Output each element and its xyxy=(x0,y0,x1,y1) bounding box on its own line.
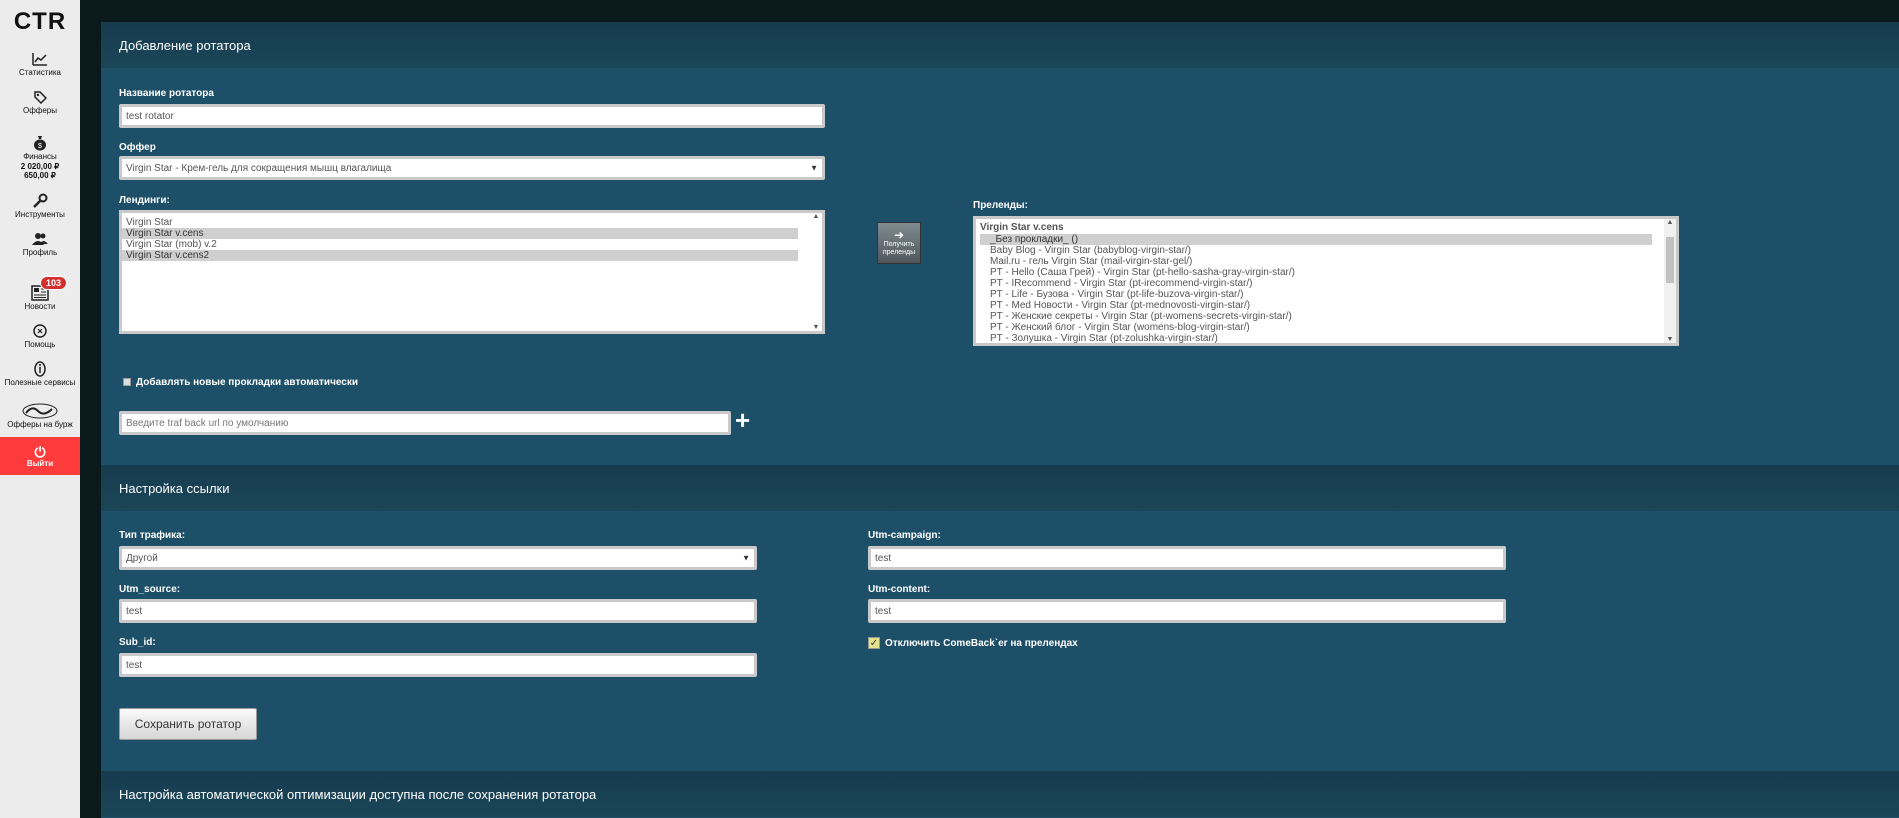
sub-id-label: Sub_id: xyxy=(119,637,156,648)
comeback-checkbox[interactable]: ✓ xyxy=(868,637,880,649)
sidebar-item-label: Инструменты xyxy=(15,210,65,219)
trafback-url-placeholder: Введите traf back url по умолчанию xyxy=(126,417,289,429)
sidebar-item-help[interactable]: Помощь xyxy=(0,322,80,350)
traffic-type-label: Тип трафика: xyxy=(119,530,186,541)
logout-button[interactable]: ⏻ Выйти xyxy=(0,437,80,475)
money-bag-icon: $ xyxy=(33,134,47,152)
users-icon xyxy=(32,230,48,248)
section-title-add-rotator: Добавление ротатора xyxy=(101,22,1899,68)
traffic-type-value: Другой xyxy=(126,552,158,564)
logout-label: Выйти xyxy=(26,458,54,468)
traffic-type-select[interactable]: Другой ▼ xyxy=(119,546,757,570)
balance-hold: 650,00 ₽ xyxy=(24,171,56,180)
scrollbar[interactable]: ▲ ▼ xyxy=(810,213,822,331)
rotator-name-label: Название ротатора xyxy=(119,88,214,99)
list-item[interactable]: PT - Золушка - Virgin Star (pt-zolushka-… xyxy=(976,333,1676,343)
sidebar-item-finance[interactable]: $ Финансы 2 020,00 ₽ 650,00 ₽ xyxy=(0,134,80,180)
list-item[interactable]: PT - Hello (Саша Грей) - Virgin Star (pt… xyxy=(976,267,1676,278)
section-title-link-settings: Настройка ссылки xyxy=(101,465,1899,511)
comeback-label: Отключить ComeBack`er на прелендах xyxy=(885,638,1078,649)
arrow-right-icon: ➜ xyxy=(893,228,905,242)
sub-id-input[interactable]: test xyxy=(119,653,757,677)
scrollbar-thumb[interactable] xyxy=(1666,237,1674,283)
utm-campaign-input[interactable]: test xyxy=(868,546,1506,570)
sidebar-item-stats[interactable]: Статистика xyxy=(0,50,80,78)
utm-campaign-label: Utm-campaign: xyxy=(868,530,941,541)
help-icon xyxy=(33,322,47,340)
list-item[interactable]: Virgin Star xyxy=(122,217,798,228)
save-rotator-button[interactable]: Сохранить ротатор xyxy=(119,708,257,740)
list-item[interactable]: Mail.ru - гель Virgin Star (mail-virgin-… xyxy=(976,256,1676,267)
sidebar-item-label: Новости xyxy=(24,302,56,311)
scroll-down-icon[interactable]: ▼ xyxy=(810,324,822,331)
prelands-label: Преленды: xyxy=(973,200,1028,211)
get-prelands-button[interactable]: ➜ Получить преленды xyxy=(877,222,921,264)
sidebar-item-label: Профиль xyxy=(22,248,58,257)
adcombo-logo xyxy=(22,402,58,420)
balance-rub: 2 020,00 ₽ xyxy=(20,162,60,171)
list-item[interactable]: PT - Женский блог - Virgin Star (womens-… xyxy=(976,322,1676,333)
list-item[interactable]: PT - Med Новости - Virgin Star (pt-medno… xyxy=(976,300,1676,311)
scroll-up-icon[interactable]: ▲ xyxy=(1664,219,1676,226)
sidebar: CTR Статистика Офферы $ Финансы 2 020,00… xyxy=(0,0,80,818)
sidebar-item-label: Помощь xyxy=(24,340,56,349)
tag-icon xyxy=(33,88,47,106)
get-prelands-label: Получить преленды xyxy=(882,241,916,256)
main-content: Добавление ротатора Название ротатора te… xyxy=(101,22,1899,818)
chevron-down-icon: ▼ xyxy=(742,553,750,563)
sidebar-item-label: Офферы xyxy=(22,106,58,115)
sidebar-item-label: Полезные сервисы xyxy=(4,378,76,387)
utm-source-label: Utm_source: xyxy=(119,584,181,595)
list-item[interactable]: Virgin Star v.cens xyxy=(122,228,798,239)
add-trafback-button[interactable]: + xyxy=(735,407,750,433)
scroll-up-icon[interactable]: ▲ xyxy=(810,213,822,220)
prelands-listbox[interactable]: Virgin Star v.cens _Без прокладки_ () Ba… xyxy=(973,216,1679,346)
list-item[interactable]: PT - Life - Бузова - Virgin Star (pt-lif… xyxy=(976,289,1676,300)
list-item[interactable]: PT - Женские секреты - Virgin Star (pt-w… xyxy=(976,311,1676,322)
logo[interactable]: CTR xyxy=(0,0,80,44)
power-icon: ⏻ xyxy=(34,443,46,460)
sidebar-item-services[interactable]: Полезные сервисы xyxy=(0,360,80,388)
offer-label: Оффер xyxy=(119,142,156,153)
list-item[interactable]: PT - IRecommend - Virgin Star (pt-irecom… xyxy=(976,278,1676,289)
svg-text:$: $ xyxy=(38,143,42,150)
auto-add-label: Добавлять новые прокладки автоматически xyxy=(136,377,359,388)
sidebar-item-offers[interactable]: Офферы xyxy=(0,88,80,116)
sidebar-item-profile[interactable]: Профиль xyxy=(0,230,80,258)
rotator-name-input[interactable]: test rotator xyxy=(119,104,825,128)
scroll-down-icon[interactable]: ▼ xyxy=(1664,336,1676,343)
sidebar-item-tools[interactable]: Инструменты xyxy=(0,192,80,220)
sidebar-item-label: Офферы на бурж xyxy=(7,420,73,429)
list-item[interactable]: Virgin Star v.cens2 xyxy=(122,250,798,261)
auto-add-checkbox[interactable] xyxy=(123,378,131,386)
wrench-icon xyxy=(32,192,48,210)
list-item[interactable]: Virgin Star (mob) v.2 xyxy=(122,239,798,250)
prelands-group-label: Virgin Star v.cens xyxy=(980,222,1064,233)
offer-select-value: Virgin Star - Крем-гель для сокращения м… xyxy=(126,162,392,174)
info-icon xyxy=(33,360,47,378)
utm-source-input[interactable]: test xyxy=(119,599,757,623)
checkmark-icon: ✓ xyxy=(869,637,879,649)
chart-icon xyxy=(32,50,48,68)
scrollbar[interactable]: ▲ ▼ xyxy=(1664,219,1676,343)
news-badge: 103 xyxy=(40,276,68,290)
chevron-down-icon: ▼ xyxy=(810,163,818,173)
landings-label: Лендинги: xyxy=(119,195,170,206)
list-item[interactable]: Baby Blog - Virgin Star (babyblog-virgin… xyxy=(976,245,1676,256)
list-item[interactable]: _Без прокладки_ () xyxy=(980,234,1652,245)
trafback-url-input[interactable]: Введите traf back url по умолчанию xyxy=(119,411,731,435)
utm-content-input[interactable]: test xyxy=(868,599,1506,623)
section-title-auto-optimization: Настройка автоматической оптимизации дос… xyxy=(101,771,1899,817)
sidebar-item-burzh-offers[interactable]: Офферы на бурж xyxy=(0,402,80,430)
sidebar-item-news[interactable]: Новости xyxy=(0,284,80,312)
offer-select[interactable]: Virgin Star - Крем-гель для сокращения м… xyxy=(119,156,825,180)
utm-content-label: Utm-content: xyxy=(868,584,931,595)
landings-listbox[interactable]: Virgin Star Virgin Star v.cens Virgin St… xyxy=(119,210,825,334)
sidebar-item-label: Статистика xyxy=(18,68,61,77)
sidebar-item-label: Финансы xyxy=(23,152,57,161)
